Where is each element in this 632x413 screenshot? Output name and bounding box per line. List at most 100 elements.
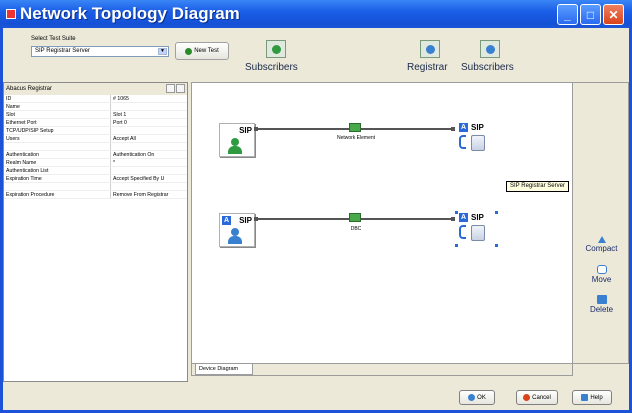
compact-label: Compact [585, 244, 618, 253]
sip-badge: SIP [471, 123, 484, 132]
main-window: Network Topology Diagram _ □ ✕ Select Te… [0, 0, 632, 413]
delete-button[interactable]: Delete [575, 293, 628, 329]
dbc-label: DBC [350, 226, 362, 232]
grid-icon[interactable] [176, 84, 185, 93]
minimize-button[interactable]: _ [557, 4, 578, 25]
diagram-canvas[interactable]: SIP Network Element A SIP A SIP DBC A SI… [191, 82, 573, 364]
app-icon [6, 9, 16, 19]
toolbar-subscribers-label: Subscribers [245, 62, 298, 73]
property-row[interactable]: Authentication List [4, 167, 187, 175]
a-badge: A [459, 213, 468, 222]
title-bar[interactable]: Network Topology Diagram _ □ ✕ [0, 0, 632, 28]
hand-icon [596, 265, 607, 274]
subscriber-sip-icon-2[interactable] [480, 40, 500, 58]
move-label: Move [591, 275, 612, 284]
property-key: Slot [4, 111, 111, 118]
delete-label: Delete [589, 305, 614, 314]
property-value[interactable]: * [111, 159, 187, 166]
chevron-down-icon[interactable]: ▼ [158, 48, 167, 55]
a-badge: A [459, 123, 468, 132]
selection-handle[interactable] [455, 244, 458, 247]
maximize-button[interactable]: □ [580, 4, 601, 25]
property-row[interactable]: Slot Slot 1 [4, 111, 187, 119]
new-test-label: New Test [194, 48, 219, 54]
test-suite-select[interactable]: SIP Registrar Server ▼ [31, 46, 169, 57]
link-endpoint [451, 127, 455, 131]
property-key: Users [4, 135, 111, 142]
link-endpoint [254, 127, 258, 131]
dbc-element-icon[interactable] [349, 213, 361, 222]
property-key: Authentication [4, 151, 111, 158]
close-button[interactable]: ✕ [603, 4, 624, 25]
registrar-node-1[interactable]: A SIP [457, 123, 499, 155]
property-value[interactable] [111, 103, 187, 110]
registrar-node-2[interactable]: A SIP [455, 211, 499, 247]
selection-handle[interactable] [495, 244, 498, 247]
property-key [4, 183, 111, 190]
property-key: Authentication List [4, 167, 111, 174]
a-badge: A [222, 216, 231, 225]
property-value[interactable]: Authentication On [111, 151, 187, 158]
property-row[interactable]: Ethernet Port Port 0 [4, 119, 187, 127]
properties-header: Abacus Registrar [4, 83, 187, 95]
property-key: Expiration Procedure [4, 191, 111, 198]
window-title: Network Topology Diagram [20, 4, 240, 23]
selection-handle[interactable] [495, 211, 498, 214]
ok-button[interactable]: OK [459, 390, 495, 405]
property-row[interactable]: Users Accept All [4, 135, 187, 143]
toolbar: Select Test Suite SIP Registrar Server ▼… [9, 32, 629, 78]
trash-icon [596, 295, 607, 304]
cancel-label: Cancel [532, 394, 551, 401]
sort-icon[interactable] [166, 84, 175, 93]
property-key: Ethernet Port [4, 119, 111, 126]
link-endpoint [254, 217, 258, 221]
help-icon [581, 394, 589, 401]
subscriber-node-1[interactable]: SIP [219, 123, 255, 157]
property-row [4, 183, 187, 191]
property-value[interactable]: Accept All [111, 135, 187, 142]
property-value[interactable]: Port 0 [111, 119, 187, 126]
property-key [4, 143, 111, 150]
selection-handle[interactable] [455, 211, 458, 214]
property-row[interactable]: Expiration Procedure Remove From Registra… [4, 191, 187, 199]
help-button[interactable]: Help [572, 390, 612, 405]
cancel-button[interactable]: Cancel [516, 390, 558, 405]
network-element-icon[interactable] [349, 123, 361, 132]
toolbar-subscribers-label-2: Subscribers [461, 62, 514, 73]
property-value[interactable]: # 1065 [111, 95, 187, 102]
property-row[interactable]: Expiration Time Accept Specified By U [4, 175, 187, 183]
toolbar-registrar-label: Registrar [407, 62, 448, 73]
property-value [111, 183, 187, 190]
property-key: Expiration Time [4, 175, 111, 182]
cancel-icon [523, 394, 531, 401]
properties-title: Abacus Registrar [6, 86, 53, 92]
subscriber-node-2[interactable]: A SIP [219, 213, 255, 247]
property-value [111, 143, 187, 150]
ok-icon [468, 394, 476, 401]
property-value[interactable]: Accept Specified By U [111, 175, 187, 182]
property-value[interactable]: Slot 1 [111, 111, 187, 118]
property-row[interactable]: Realm Name * [4, 159, 187, 167]
test-suite-value: SIP Registrar Server [35, 48, 90, 54]
phone-user-icon [228, 228, 242, 244]
property-value[interactable] [111, 127, 187, 134]
property-value[interactable] [111, 167, 187, 174]
property-row[interactable]: Authentication Authentication On [4, 151, 187, 159]
property-key: TCP/UDP/SIP Setup [4, 127, 111, 134]
registrar-sip-icon[interactable] [420, 40, 440, 58]
sip-badge: SIP [239, 126, 252, 135]
new-test-button[interactable]: New Test [175, 42, 229, 60]
properties-panel: Abacus Registrar ID # 1065 Name Slot Slot … [3, 82, 188, 382]
property-row[interactable]: Name [4, 103, 187, 111]
subscriber-sip-icon[interactable] [266, 40, 286, 58]
compact-icon [597, 234, 606, 243]
property-key: Realm Name [4, 159, 111, 166]
property-value[interactable]: Remove From Registrar [111, 191, 187, 198]
tab-device-diagram[interactable]: Device Diagram [195, 364, 253, 375]
property-row[interactable]: ID # 1065 [4, 95, 187, 103]
help-label: Help [590, 394, 603, 401]
user-icon [228, 138, 242, 154]
server-disk-icon [471, 225, 485, 241]
sip-badge: SIP [471, 213, 484, 222]
property-row[interactable]: TCP/UDP/SIP Setup [4, 127, 187, 135]
